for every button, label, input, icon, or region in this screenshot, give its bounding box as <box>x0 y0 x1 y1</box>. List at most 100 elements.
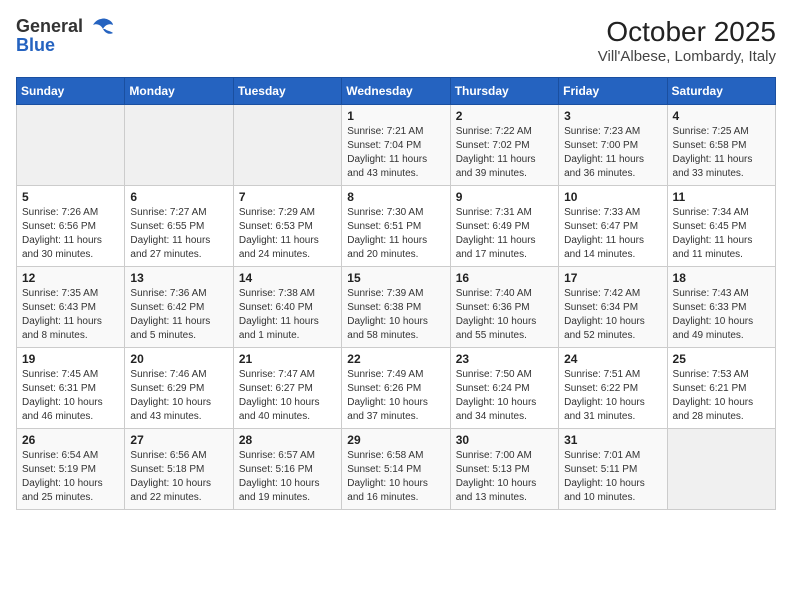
day-number: 14 <box>239 271 336 285</box>
logo-text-blue: Blue <box>16 35 55 56</box>
day-number: 9 <box>456 190 553 204</box>
calendar-week-row: 19 Sunrise: 7:45 AM Sunset: 6:31 PM Dayli… <box>17 348 776 429</box>
day-info: Sunrise: 6:56 AM Sunset: 5:18 PM Dayligh… <box>130 449 227 505</box>
calendar-cell: 21 Sunrise: 7:47 AM Sunset: 6:27 PM Dayli… <box>233 348 341 429</box>
day-info: Sunrise: 7:45 AM Sunset: 6:31 PM Dayligh… <box>22 368 119 424</box>
day-info: Sunrise: 7:50 AM Sunset: 6:24 PM Dayligh… <box>456 368 553 424</box>
calendar-cell: 27Sunrise: 6:56 AM Sunset: 5:18 PM Dayli… <box>125 429 233 510</box>
day-info: Sunrise: 7:42 AM Sunset: 6:34 PM Dayligh… <box>564 287 661 343</box>
day-info: Sunrise: 7:30 AM Sunset: 6:51 PM Dayligh… <box>347 206 444 262</box>
day-info: Sunrise: 7:29 AM Sunset: 6:53 PM Dayligh… <box>239 206 336 262</box>
calendar-week-row: 1 Sunrise: 7:21 AM Sunset: 7:04 PM Daylig… <box>17 105 776 186</box>
weekday-header-thursday: Thursday <box>450 78 558 105</box>
day-info: Sunrise: 7:47 AM Sunset: 6:27 PM Dayligh… <box>239 368 336 424</box>
day-info: Sunrise: 7:38 AM Sunset: 6:40 PM Dayligh… <box>239 287 336 343</box>
day-number: 29 <box>347 433 444 447</box>
calendar-cell: 5 Sunrise: 7:26 AM Sunset: 6:56 PM Daylig… <box>17 186 125 267</box>
calendar-cell: 22 Sunrise: 7:49 AM Sunset: 6:26 PM Dayli… <box>342 348 450 429</box>
calendar-cell: 7Sunrise: 7:29 AM Sunset: 6:53 PM Daylig… <box>233 186 341 267</box>
day-number: 20 <box>130 352 227 366</box>
calendar-cell: 15 Sunrise: 7:39 AM Sunset: 6:38 PM Dayli… <box>342 267 450 348</box>
calendar-cell: 2 Sunrise: 7:22 AM Sunset: 7:02 PM Daylig… <box>450 105 558 186</box>
day-number: 8 <box>347 190 444 204</box>
calendar-cell: 6 Sunrise: 7:27 AM Sunset: 6:55 PM Daylig… <box>125 186 233 267</box>
day-info: Sunrise: 7:25 AM Sunset: 6:58 PM Dayligh… <box>673 125 770 181</box>
calendar-cell: 20 Sunrise: 7:46 AM Sunset: 6:29 PM Dayli… <box>125 348 233 429</box>
day-number: 11 <box>673 190 770 204</box>
day-number: 21 <box>239 352 336 366</box>
calendar-cell: 3Sunrise: 7:23 AM Sunset: 7:00 PM Daylig… <box>559 105 667 186</box>
calendar-cell: 30Sunrise: 7:00 AM Sunset: 5:13 PM Dayli… <box>450 429 558 510</box>
calendar-cell: 24Sunrise: 7:51 AM Sunset: 6:22 PM Dayli… <box>559 348 667 429</box>
day-info: Sunrise: 6:58 AM Sunset: 5:14 PM Dayligh… <box>347 449 444 505</box>
calendar-cell: 11 Sunrise: 7:34 AM Sunset: 6:45 PM Dayli… <box>667 186 775 267</box>
weekday-header-friday: Friday <box>559 78 667 105</box>
calendar-cell: 10Sunrise: 7:33 AM Sunset: 6:47 PM Dayli… <box>559 186 667 267</box>
day-info: Sunrise: 7:31 AM Sunset: 6:49 PM Dayligh… <box>456 206 553 262</box>
calendar-table: SundayMondayTuesdayWednesdayThursdayFrid… <box>16 77 776 510</box>
calendar-cell: 8 Sunrise: 7:30 AM Sunset: 6:51 PM Daylig… <box>342 186 450 267</box>
day-number: 25 <box>673 352 770 366</box>
calendar-cell: 16Sunrise: 7:40 AM Sunset: 6:36 PM Dayli… <box>450 267 558 348</box>
day-info: Sunrise: 7:46 AM Sunset: 6:29 PM Dayligh… <box>130 368 227 424</box>
title-block: October 2025 Vill'Albese, Lombardy, Ital… <box>598 16 776 65</box>
calendar-week-row: 26Sunrise: 6:54 AM Sunset: 5:19 PM Dayli… <box>17 429 776 510</box>
day-info: Sunrise: 7:36 AM Sunset: 6:42 PM Dayligh… <box>130 287 227 343</box>
weekday-header-saturday: Saturday <box>667 78 775 105</box>
day-number: 31 <box>564 433 661 447</box>
calendar-header-row: SundayMondayTuesdayWednesdayThursdayFrid… <box>17 78 776 105</box>
calendar-cell: 23Sunrise: 7:50 AM Sunset: 6:24 PM Dayli… <box>450 348 558 429</box>
calendar-week-row: 12 Sunrise: 7:35 AM Sunset: 6:43 PM Dayli… <box>17 267 776 348</box>
day-number: 17 <box>564 271 661 285</box>
day-info: Sunrise: 7:39 AM Sunset: 6:38 PM Dayligh… <box>347 287 444 343</box>
day-number: 28 <box>239 433 336 447</box>
day-number: 19 <box>22 352 119 366</box>
calendar-cell: 13 Sunrise: 7:36 AM Sunset: 6:42 PM Dayli… <box>125 267 233 348</box>
day-info: Sunrise: 7:35 AM Sunset: 6:43 PM Dayligh… <box>22 287 119 343</box>
day-info: Sunrise: 7:21 AM Sunset: 7:04 PM Dayligh… <box>347 125 444 181</box>
logo-bird-icon <box>87 17 115 37</box>
day-number: 13 <box>130 271 227 285</box>
day-info: Sunrise: 7:23 AM Sunset: 7:00 PM Dayligh… <box>564 125 661 181</box>
calendar-cell: 28Sunrise: 6:57 AM Sunset: 5:16 PM Dayli… <box>233 429 341 510</box>
day-info: Sunrise: 7:40 AM Sunset: 6:36 PM Dayligh… <box>456 287 553 343</box>
calendar-cell: 31 Sunrise: 7:01 AM Sunset: 5:11 PM Dayli… <box>559 429 667 510</box>
calendar-cell <box>17 105 125 186</box>
day-info: Sunrise: 7:51 AM Sunset: 6:22 PM Dayligh… <box>564 368 661 424</box>
calendar-cell: 19 Sunrise: 7:45 AM Sunset: 6:31 PM Dayli… <box>17 348 125 429</box>
day-number: 12 <box>22 271 119 285</box>
month-title: October 2025 <box>598 16 776 48</box>
day-info: Sunrise: 7:43 AM Sunset: 6:33 PM Dayligh… <box>673 287 770 343</box>
calendar-cell <box>233 105 341 186</box>
weekday-header-tuesday: Tuesday <box>233 78 341 105</box>
day-number: 4 <box>673 109 770 123</box>
calendar-cell: 4 Sunrise: 7:25 AM Sunset: 6:58 PM Daylig… <box>667 105 775 186</box>
day-number: 30 <box>456 433 553 447</box>
day-info: Sunrise: 7:22 AM Sunset: 7:02 PM Dayligh… <box>456 125 553 181</box>
day-number: 5 <box>22 190 119 204</box>
day-info: Sunrise: 7:49 AM Sunset: 6:26 PM Dayligh… <box>347 368 444 424</box>
day-info: Sunrise: 7:33 AM Sunset: 6:47 PM Dayligh… <box>564 206 661 262</box>
day-number: 18 <box>673 271 770 285</box>
weekday-header-monday: Monday <box>125 78 233 105</box>
day-info: Sunrise: 7:27 AM Sunset: 6:55 PM Dayligh… <box>130 206 227 262</box>
day-info: Sunrise: 7:53 AM Sunset: 6:21 PM Dayligh… <box>673 368 770 424</box>
logo-text-general: General <box>16 16 83 37</box>
day-number: 6 <box>130 190 227 204</box>
calendar-cell: 26Sunrise: 6:54 AM Sunset: 5:19 PM Dayli… <box>17 429 125 510</box>
day-info: Sunrise: 7:01 AM Sunset: 5:11 PM Dayligh… <box>564 449 661 505</box>
page-header: General Blue October 2025 Vill'Albese, L… <box>16 16 776 65</box>
day-info: Sunrise: 7:34 AM Sunset: 6:45 PM Dayligh… <box>673 206 770 262</box>
day-info: Sunrise: 7:26 AM Sunset: 6:56 PM Dayligh… <box>22 206 119 262</box>
day-number: 1 <box>347 109 444 123</box>
day-number: 22 <box>347 352 444 366</box>
day-number: 15 <box>347 271 444 285</box>
day-number: 2 <box>456 109 553 123</box>
calendar-cell: 17 Sunrise: 7:42 AM Sunset: 6:34 PM Dayli… <box>559 267 667 348</box>
weekday-header-wednesday: Wednesday <box>342 78 450 105</box>
calendar-cell: 18 Sunrise: 7:43 AM Sunset: 6:33 PM Dayli… <box>667 267 775 348</box>
calendar-cell: 12 Sunrise: 7:35 AM Sunset: 6:43 PM Dayli… <box>17 267 125 348</box>
calendar-cell: 1 Sunrise: 7:21 AM Sunset: 7:04 PM Daylig… <box>342 105 450 186</box>
location-title: Vill'Albese, Lombardy, Italy <box>598 48 776 65</box>
weekday-header-sunday: Sunday <box>17 78 125 105</box>
